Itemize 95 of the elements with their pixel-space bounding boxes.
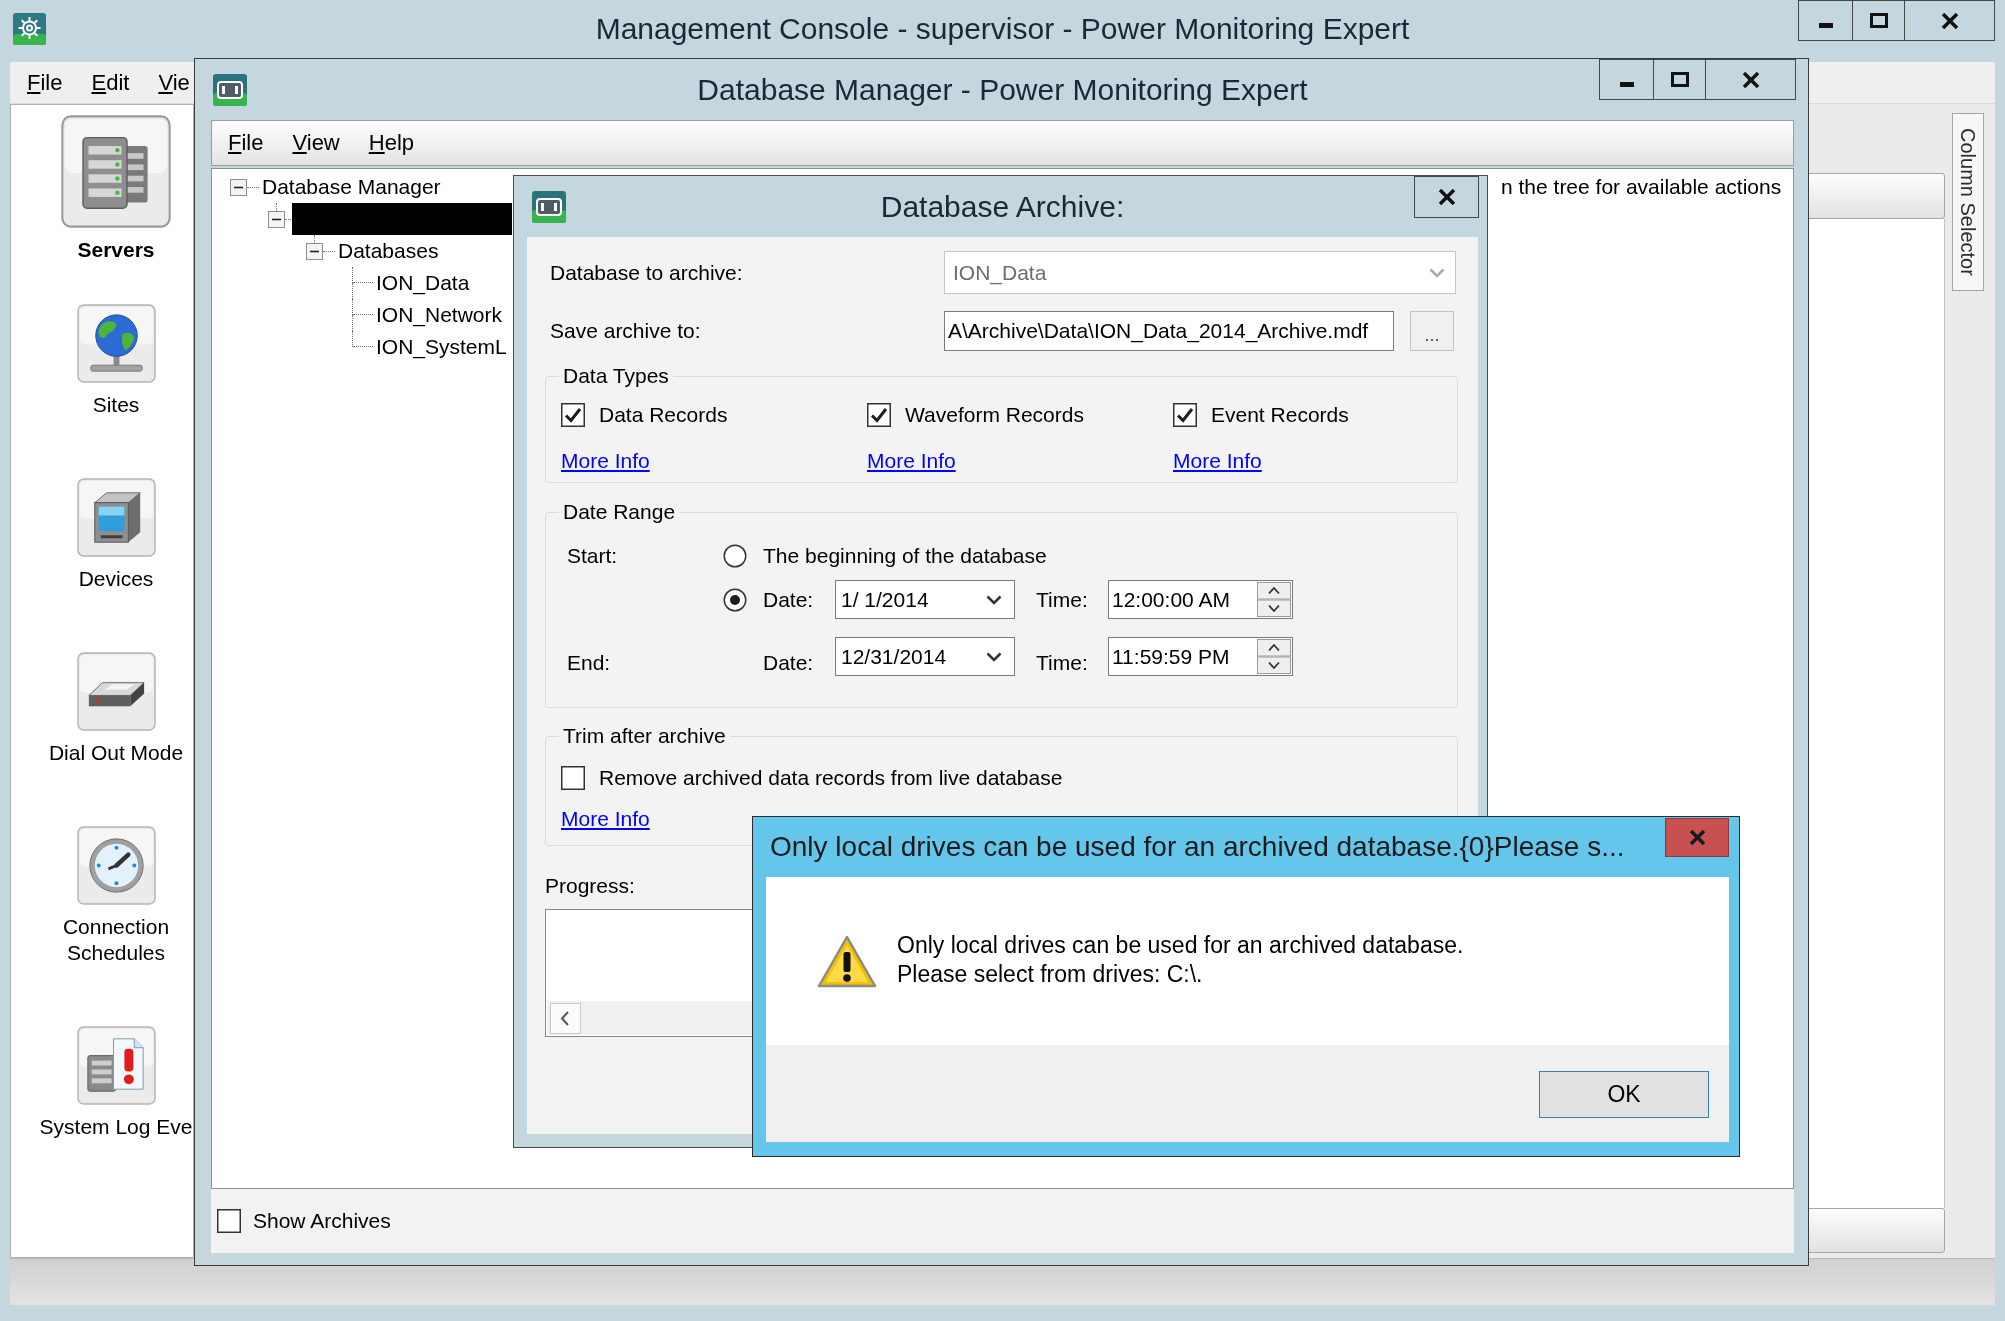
menu-item[interactable]: Vie	[158, 68, 190, 97]
more-info-link[interactable]: More Info	[1173, 448, 1262, 474]
checkbox-label[interactable]: Show Archives	[253, 1208, 391, 1234]
app-icon	[213, 73, 247, 106]
progress-label: Progress:	[545, 873, 635, 899]
checkbox-label[interactable]: Waveform Records	[905, 402, 1084, 428]
path-field[interactable]: A\Archive\Data\ION_Data_2014_Archive.mdf	[944, 311, 1394, 351]
chevron-down-icon	[1429, 267, 1445, 278]
group-title: Date Range	[562, 499, 677, 525]
hint-text: n the tree for available actions	[1501, 174, 1782, 200]
field-label: Time:	[1036, 586, 1089, 613]
group-title: Trim after archive	[562, 723, 727, 749]
tree-item[interactable]: ION_SystemL	[376, 334, 507, 360]
time-field[interactable]: 12:00:00 AM	[1108, 580, 1293, 619]
date-picker[interactable]: 12/31/2014	[835, 637, 1015, 676]
field-label: Start:	[567, 543, 619, 569]
tree-item[interactable]: Databases	[338, 238, 439, 264]
checkbox[interactable]	[1173, 403, 1197, 427]
tree-item[interactable]: ION_Network	[376, 302, 503, 328]
group-title: Data Types	[562, 363, 670, 389]
field-label: Date:	[763, 650, 815, 676]
more-info-link[interactable]: More Info	[561, 806, 650, 832]
collapse-icon[interactable]	[230, 178, 247, 196]
more-info-link[interactable]: More Info	[561, 448, 650, 474]
modem-icon	[76, 652, 156, 731]
menu-item[interactable]: Help	[368, 129, 414, 157]
menu-item[interactable]: File	[228, 129, 264, 157]
globe-icon	[76, 304, 156, 383]
sidebar-item[interactable]: Dial Out Mode	[38, 652, 193, 766]
close-button[interactable]	[1705, 59, 1796, 100]
clock-icon	[76, 826, 156, 905]
collapse-icon[interactable]	[268, 210, 285, 228]
checkbox-label[interactable]: Data Records	[599, 402, 728, 428]
server-icon	[61, 115, 171, 228]
chevron-down-icon	[986, 651, 1002, 662]
monitor-icon	[76, 478, 156, 557]
radio-button[interactable]	[723, 544, 747, 568]
date-picker[interactable]: 1/ 1/2014	[835, 580, 1015, 619]
maximize-button[interactable]	[1852, 0, 1905, 41]
checkbox-label[interactable]: Event Records	[1211, 402, 1349, 428]
sidebar-item[interactable]: Devices	[38, 478, 193, 592]
checkbox[interactable]	[561, 766, 585, 790]
checkbox-label[interactable]: Remove archived data records from live database	[599, 765, 1063, 791]
close-icon	[1688, 830, 1706, 845]
minimize-button[interactable]	[1798, 0, 1853, 41]
spinner-icon[interactable]	[1257, 582, 1291, 617]
server-alert-icon	[76, 1026, 156, 1105]
more-info-link[interactable]: More Info	[867, 448, 956, 474]
window-title: Management Console - supervisor - Power Monitoring Expert	[595, 11, 1410, 47]
sidebar-item[interactable]: Connection Schedules	[38, 826, 193, 966]
maximize-button[interactable]	[1653, 59, 1706, 100]
field-label: End:	[567, 650, 612, 676]
field-label: Time:	[1036, 650, 1089, 676]
tree-item[interactable]: ION_Data	[376, 270, 470, 296]
close-button[interactable]	[1414, 176, 1479, 218]
dialog-title: Only local drives can be used for an archived database.{0}Please s...	[769, 830, 1625, 864]
sidebar-item[interactable]: System Log Eve	[38, 1026, 193, 1140]
minimize-button[interactable]	[1599, 59, 1654, 100]
ok-button[interactable]: OK	[1539, 1071, 1709, 1118]
window-title: Database Archive:	[880, 188, 1125, 225]
message-text: Please select from drives: C:\.	[897, 960, 1204, 989]
checkbox[interactable]	[561, 403, 585, 427]
chevron-down-icon	[986, 594, 1002, 605]
field-label: Save archive to:	[550, 318, 702, 344]
message-text: Only local drives can be used for an archived database.	[897, 931, 1464, 960]
time-field[interactable]: 11:59:59 PM	[1108, 637, 1293, 676]
chevron-left-icon[interactable]	[550, 1002, 581, 1034]
close-icon	[1437, 189, 1456, 205]
sidebar-item[interactable]: Sites	[38, 304, 193, 418]
minimize-icon	[1818, 23, 1833, 28]
maximize-icon	[1869, 13, 1888, 28]
menu-item[interactable]: File	[27, 68, 63, 97]
gear-icon	[13, 13, 46, 45]
close-icon	[1940, 12, 1959, 29]
field-label: Database to archive:	[550, 259, 744, 286]
browse-button[interactable]: ...	[1410, 311, 1454, 351]
radio-button[interactable]	[723, 587, 747, 612]
close-button[interactable]	[1904, 0, 1995, 41]
maximize-icon	[1670, 72, 1689, 87]
checkbox[interactable]	[867, 403, 891, 427]
warning-icon	[816, 934, 878, 990]
radio-label[interactable]: Date:	[763, 586, 835, 613]
menu-item[interactable]: Edit	[91, 68, 130, 97]
sidebar-item[interactable]: Servers	[38, 115, 193, 263]
checkbox[interactable]	[217, 1209, 241, 1233]
collapse-icon[interactable]	[306, 242, 323, 260]
tree-item[interactable]: Database Manager	[262, 174, 441, 200]
radio-label[interactable]: The beginning of the database	[763, 543, 1047, 569]
window-title: Database Manager - Power Monitoring Expert	[697, 71, 1308, 108]
app-icon	[532, 190, 566, 223]
close-icon	[1741, 71, 1760, 88]
minimize-icon	[1619, 82, 1634, 87]
side-tab[interactable]: Column Selector	[1952, 113, 1984, 291]
menu-item[interactable]: View	[292, 129, 340, 157]
spinner-icon[interactable]	[1257, 639, 1291, 674]
